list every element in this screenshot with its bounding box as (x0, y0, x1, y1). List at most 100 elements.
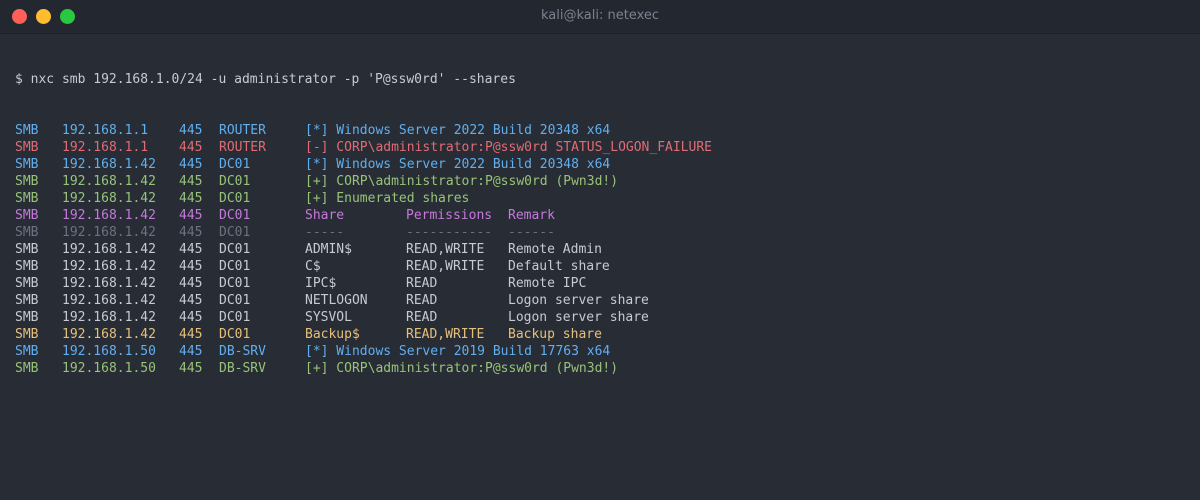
line-ip: 192.168.1.42 (62, 225, 156, 240)
line-port: 445 (179, 259, 203, 274)
line-message: [+] CORP\administrator:P@ssw0rd (Pwn3d!) (305, 174, 619, 189)
line-ip: 192.168.1.42 (62, 327, 156, 342)
output-line: SMB 192.168.1.42 445 DC01 Backup$ READ,WRITE B… (15, 326, 1185, 343)
line-remark: Remote IPC (508, 276, 587, 291)
line-ip: 192.168.1.1 (62, 140, 149, 155)
line-ip: 192.168.1.42 (62, 276, 156, 291)
line-hostname: DC01 (219, 327, 251, 342)
line-protocol: SMB (15, 327, 39, 342)
line-hostname: DC01 (219, 242, 251, 257)
line-protocol: SMB (15, 157, 39, 172)
line-ip: 192.168.1.42 (62, 157, 156, 172)
line-message: [*] Windows Server 2022 Build 20348 x64 (305, 123, 611, 138)
line-hostname: DB-SRV (219, 361, 266, 376)
line-remark: ------ (508, 225, 555, 240)
line-ip: 192.168.1.50 (62, 361, 156, 376)
line-hostname: DC01 (219, 276, 251, 291)
terminal-output[interactable]: $ nxc smb 192.168.1.0/24 -u administrato… (15, 37, 1185, 411)
line-port: 445 (179, 225, 203, 240)
output-line: SMB 192.168.1.1 445 ROUTER [*] Windows Serve… (15, 122, 1185, 139)
output-line: SMB 192.168.1.42 445 DC01 ----- ----------- --… (15, 224, 1185, 241)
line-share-name: Backup$ (305, 327, 360, 342)
line-port: 445 (179, 310, 203, 325)
output-line: SMB 192.168.1.42 445 DC01 NETLOGON READ Logon … (15, 292, 1185, 309)
line-ip: 192.168.1.42 (62, 191, 156, 206)
line-port: 445 (179, 327, 203, 342)
line-permissions: READ,WRITE (406, 259, 485, 274)
output-line: SMB 192.168.1.42 445 DC01 [*] Windows Server… (15, 156, 1185, 173)
window-title: kali@kali: netexec (540, 8, 660, 23)
line-permissions: ----------- (406, 225, 493, 240)
line-hostname: DB-SRV (219, 344, 266, 359)
line-port: 445 (179, 123, 203, 138)
command-line: $ nxc smb 192.168.1.0/24 -u administrato… (15, 72, 516, 87)
output-line: SMB 192.168.1.42 445 DC01 [+] CORP\administr… (15, 173, 1185, 190)
line-share-name: SYSVOL (305, 310, 352, 325)
line-protocol: SMB (15, 276, 39, 291)
line-message: [*] Windows Server 2019 Build 17763 x64 (305, 344, 611, 359)
line-message: [-] CORP\administrator:P@ssw0rd STATUS_L… (305, 140, 712, 155)
line-message: [*] Windows Server 2022 Build 20348 x64 (305, 157, 611, 172)
line-share-name: C$ (305, 259, 321, 274)
line-port: 445 (179, 157, 203, 172)
line-protocol: SMB (15, 123, 39, 138)
line-remark: Logon server share (508, 293, 649, 308)
line-ip: 192.168.1.1 (62, 123, 149, 138)
line-remark: Default share (508, 259, 610, 274)
line-permissions: READ (406, 276, 438, 291)
line-permissions: READ (406, 293, 438, 308)
line-message: [+] CORP\administrator:P@ssw0rd (Pwn3d!) (305, 361, 619, 376)
line-hostname: DC01 (219, 191, 251, 206)
line-port: 445 (179, 242, 203, 257)
line-hostname: DC01 (219, 174, 251, 189)
line-share-name: Share (305, 208, 345, 223)
line-port: 445 (179, 293, 203, 308)
line-protocol: SMB (15, 208, 39, 223)
output-line: SMB 192.168.1.50 445 DB-SRV [+] CORP\adminis… (15, 360, 1185, 377)
line-ip: 192.168.1.42 (62, 208, 156, 223)
line-share-name: IPC$ (305, 276, 337, 291)
line-hostname: DC01 (219, 225, 251, 240)
line-hostname: ROUTER (219, 140, 266, 155)
title-bar: kali@kali: netexec (0, 0, 1200, 34)
line-share-name: ----- (305, 225, 345, 240)
line-remark: Backup share (508, 327, 602, 342)
line-protocol: SMB (15, 242, 39, 257)
line-port: 445 (179, 361, 203, 376)
line-permissions: Permissions (406, 208, 493, 223)
line-protocol: SMB (15, 259, 39, 274)
line-ip: 192.168.1.42 (62, 259, 156, 274)
output-line: SMB 192.168.1.42 445 DC01 C$ READ,WRITE Defaul… (15, 258, 1185, 275)
line-protocol: SMB (15, 225, 39, 240)
line-ip: 192.168.1.42 (62, 174, 156, 189)
output-line: SMB 192.168.1.42 445 DC01 Share Permissions Re… (15, 207, 1185, 224)
output-lines: SMB 192.168.1.1 445 ROUTER [*] Windows Serve… (15, 122, 1185, 377)
line-permissions: READ,WRITE (406, 327, 485, 342)
line-port: 445 (179, 344, 203, 359)
line-remark: Logon server share (508, 310, 649, 325)
line-protocol: SMB (15, 344, 39, 359)
output-line: SMB 192.168.1.42 445 DC01 [+] Enumerated sha… (15, 190, 1185, 207)
output-line: SMB 192.168.1.50 445 DB-SRV [*] Windows Serv… (15, 343, 1185, 360)
line-port: 445 (179, 140, 203, 155)
line-port: 445 (179, 208, 203, 223)
line-share-name: ADMIN$ (305, 242, 352, 257)
line-protocol: SMB (15, 174, 39, 189)
line-ip: 192.168.1.50 (62, 344, 156, 359)
line-message: [+] Enumerated shares (305, 191, 470, 206)
line-remark: Remark (508, 208, 555, 223)
line-ip: 192.168.1.42 (62, 310, 156, 325)
line-ip: 192.168.1.42 (62, 293, 156, 308)
line-hostname: DC01 (219, 293, 251, 308)
line-permissions: READ,WRITE (406, 242, 485, 257)
line-remark: Remote Admin (508, 242, 602, 257)
line-hostname: DC01 (219, 208, 251, 223)
line-hostname: ROUTER (219, 123, 266, 138)
line-protocol: SMB (15, 361, 39, 376)
line-protocol: SMB (15, 310, 39, 325)
output-line: SMB 192.168.1.1 445 ROUTER [-] CORP\administ… (15, 139, 1185, 156)
line-permissions: READ (406, 310, 438, 325)
output-line: SMB 192.168.1.42 445 DC01 IPC$ READ Remote IPC (15, 275, 1185, 292)
line-port: 445 (179, 174, 203, 189)
line-port: 445 (179, 191, 203, 206)
